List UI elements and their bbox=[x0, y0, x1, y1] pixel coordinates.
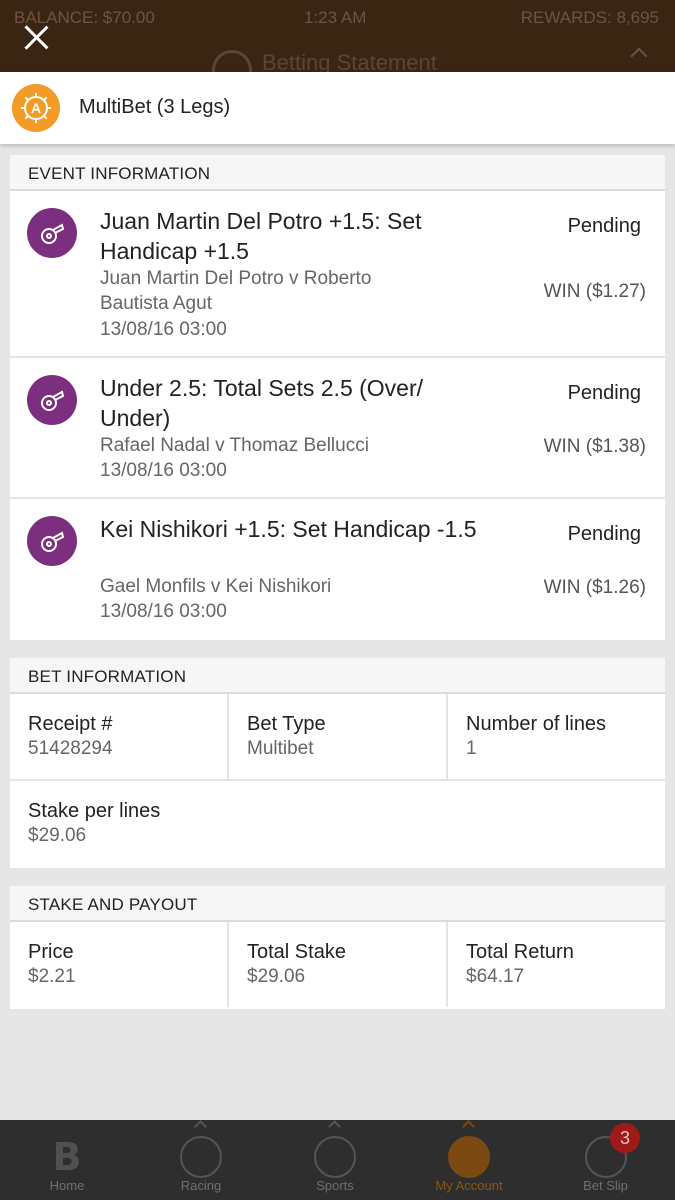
football-icon bbox=[314, 1136, 356, 1178]
stake-per-lines-label: Stake per lines bbox=[28, 800, 161, 822]
leg-status: Pending bbox=[567, 215, 641, 237]
chevron-up-icon bbox=[194, 1120, 207, 1133]
stake-and-payout-card: STAKE AND PAYOUT Price $2.21 Total Stake… bbox=[10, 886, 665, 1009]
total-stake-value: $29.06 bbox=[247, 966, 306, 987]
nav-bet-slip[interactable]: Bet Slip bbox=[536, 1120, 675, 1200]
event-information-card: EVENT INFORMATION Juan Martin Del Potro … bbox=[10, 155, 665, 640]
leg-date: 13/08/16 03:00 bbox=[100, 460, 227, 481]
nav-racing[interactable]: Racing bbox=[134, 1120, 268, 1200]
svg-text:A: A bbox=[31, 100, 41, 116]
price-label: Price bbox=[28, 941, 74, 963]
clock-text: 1:23 AM bbox=[304, 8, 367, 27]
leg-date: 13/08/16 03:00 bbox=[100, 601, 227, 622]
account-icon bbox=[448, 1136, 490, 1178]
leg-match: Gael Monfils v Kei Nishikori bbox=[100, 576, 332, 597]
page-title: MultiBet (3 Legs) bbox=[79, 96, 231, 118]
receipt-cell: Receipt # 51428294 bbox=[10, 694, 229, 779]
chevron-up-icon bbox=[328, 1120, 341, 1133]
leg-status: Pending bbox=[567, 382, 641, 404]
bet-type-label: Bet Type bbox=[247, 713, 326, 735]
leg-selection: Juan Martin Del Potro +1.5: Set Handicap… bbox=[100, 208, 422, 264]
leg-win-amount: WIN ($1.27) bbox=[543, 281, 646, 302]
rewards-text: REWARDS: 8,695 bbox=[520, 8, 659, 27]
close-icon[interactable] bbox=[18, 20, 54, 56]
chevron-up-icon bbox=[630, 47, 648, 65]
total-return-label: Total Return bbox=[466, 941, 574, 963]
stake-and-payout-heading: STAKE AND PAYOUT bbox=[10, 886, 665, 922]
tennis-whistle-icon bbox=[27, 375, 77, 425]
nav-my-account-label: My Account bbox=[435, 1178, 503, 1193]
leg-match: Rafael Nadal v Thomaz Bellucci bbox=[100, 435, 369, 456]
nav-sports-label: Sports bbox=[316, 1178, 354, 1193]
leg-item[interactable]: Kei Nishikori +1.5: Set Handicap -1.5 Ga… bbox=[10, 499, 665, 638]
stake-per-lines-value: $29.06 bbox=[28, 825, 87, 846]
bottom-nav: B Home Racing Sports My Account Bet Slip bbox=[0, 1120, 675, 1200]
bet-header: A MultiBet (3 Legs) bbox=[0, 72, 675, 144]
nav-my-account[interactable]: My Account bbox=[402, 1120, 536, 1200]
nav-sports[interactable]: Sports bbox=[268, 1120, 402, 1200]
number-of-lines-cell: Number of lines 1 bbox=[448, 694, 665, 779]
total-return-cell: Total Return $64.17 bbox=[448, 922, 665, 1007]
leg-item[interactable]: Under 2.5: Total Sets 2.5 (Over/ Under) … bbox=[10, 358, 665, 499]
status-bar: BALANCE: $70.00 1:23 AM REWARDS: 8,695 B… bbox=[0, 0, 675, 72]
bet-type-logo-icon: A bbox=[12, 84, 60, 132]
bet-slip-count-badge: 3 bbox=[610, 1123, 640, 1153]
nav-home[interactable]: B Home bbox=[0, 1120, 134, 1200]
total-stake-cell: Total Stake $29.06 bbox=[229, 922, 448, 1007]
chevron-up-icon bbox=[462, 1120, 475, 1133]
event-information-heading: EVENT INFORMATION bbox=[10, 155, 665, 191]
leg-item[interactable]: Juan Martin Del Potro +1.5: Set Handicap… bbox=[10, 191, 665, 358]
nav-home-label: Home bbox=[49, 1178, 85, 1193]
nav-bet-slip-label: Bet Slip bbox=[583, 1178, 628, 1193]
total-return-value: $64.17 bbox=[466, 966, 525, 987]
background-page-title: Betting Statement bbox=[262, 50, 437, 72]
receipt-value: 51428294 bbox=[28, 738, 113, 759]
receipt-label: Receipt # bbox=[28, 713, 113, 735]
bet-information-heading: BET INFORMATION bbox=[10, 658, 665, 694]
leg-selection: Kei Nishikori +1.5: Set Handicap -1.5 bbox=[100, 516, 477, 542]
leg-selection: Under 2.5: Total Sets 2.5 (Over/ Under) bbox=[100, 375, 424, 431]
price-value: $2.21 bbox=[28, 966, 76, 987]
tennis-whistle-icon bbox=[27, 516, 77, 566]
tennis-whistle-icon bbox=[27, 208, 77, 258]
stake-per-lines-cell: Stake per lines $29.06 bbox=[10, 781, 665, 866]
bet-information-card: BET INFORMATION Receipt # 51428294 Bet T… bbox=[10, 658, 665, 868]
nav-racing-label: Racing bbox=[180, 1178, 222, 1193]
home-b-icon: B bbox=[52, 1135, 82, 1179]
leg-win-amount: WIN ($1.26) bbox=[543, 577, 646, 598]
bet-info-row: Receipt # 51428294 Bet Type Multibet Num… bbox=[10, 694, 665, 781]
bet-type-cell: Bet Type Multibet bbox=[229, 694, 448, 779]
payout-row: Price $2.21 Total Stake $29.06 Total Ret… bbox=[10, 922, 665, 1007]
bet-type-value: Multibet bbox=[247, 738, 314, 759]
leg-win-amount: WIN ($1.38) bbox=[543, 436, 646, 457]
number-of-lines-label: Number of lines bbox=[466, 713, 607, 735]
leg-status: Pending bbox=[567, 523, 641, 545]
total-stake-label: Total Stake bbox=[247, 941, 346, 963]
number-of-lines-value: 1 bbox=[466, 738, 477, 759]
price-cell: Price $2.21 bbox=[10, 922, 229, 1007]
horse-icon bbox=[180, 1136, 222, 1178]
leg-date: 13/08/16 03:00 bbox=[100, 319, 227, 340]
stake-per-lines-row: Stake per lines $29.06 bbox=[10, 781, 665, 866]
leg-match: Juan Martin Del Potro v Roberto Bautista… bbox=[100, 268, 372, 314]
